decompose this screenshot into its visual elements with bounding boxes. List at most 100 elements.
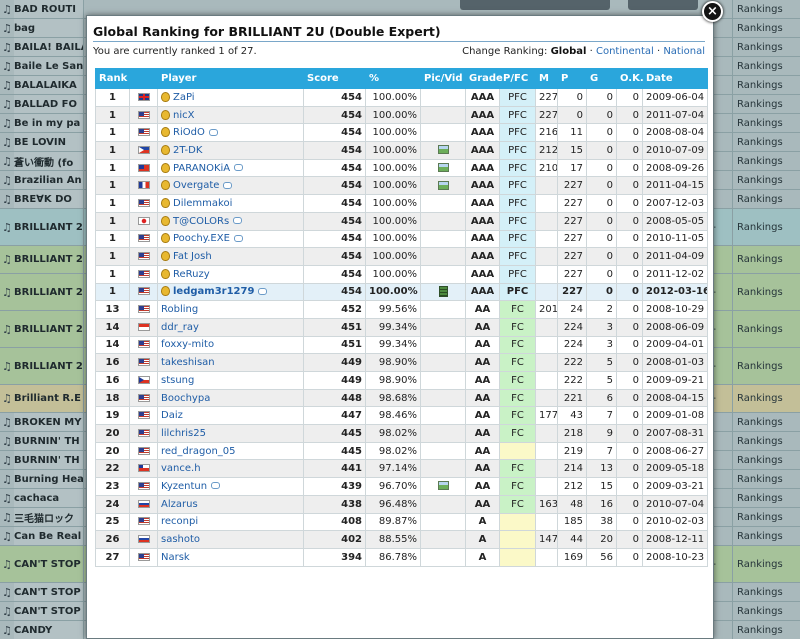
player-name-link[interactable]: foxxy-mito [161,339,214,350]
player-name-link[interactable]: ZaPi [173,92,195,103]
comment-bubble-icon[interactable] [234,164,244,172]
rankings-link[interactable]: Rankings [732,489,783,507]
rankings-link[interactable]: Rankings [732,38,783,56]
song-title[interactable]: BRILLIANT 2 [14,246,84,273]
rankings-link[interactable]: Rankings [732,385,783,412]
song-title[interactable]: CAN'T STOP [14,546,84,582]
rankings-link[interactable]: Rankings [732,621,783,639]
player-name-link[interactable]: T@COLORs [173,216,229,227]
comment-bubble-icon[interactable] [223,181,233,189]
comment-bubble-icon[interactable] [233,217,243,225]
rankings-link[interactable]: Rankings [732,508,783,526]
song-title[interactable]: Be in my pa [14,114,84,132]
rankings-link[interactable]: Rankings [732,602,783,620]
player-name-link[interactable]: takeshisan [161,357,215,368]
rankings-link[interactable]: Rankings [732,583,783,601]
song-title[interactable]: BRILLIANT 2 [14,274,84,310]
song-title[interactable]: Brazilian An [14,171,84,189]
player-name-link[interactable]: sashoto [161,534,200,545]
rankings-link[interactable]: Rankings [732,527,783,545]
player-name-link[interactable]: vance.h [161,463,201,474]
player-name-link[interactable]: Narsk [161,552,190,563]
player-name-link[interactable]: ddr_ray [161,322,199,333]
player-name-link[interactable]: 2T-DK [173,145,202,156]
rankings-link[interactable]: Rankings [732,246,783,273]
player-name-link[interactable]: Dilemmakoi [173,198,232,209]
rankings-link[interactable]: Rankings [732,470,783,488]
ranking-option-national[interactable]: National [663,46,705,57]
song-title[interactable]: BROKEN MY [14,413,84,431]
picture-icon[interactable] [437,163,449,173]
song-title[interactable]: CAN'T STOP [14,602,84,620]
rankings-link[interactable]: Rankings [732,152,783,170]
rankings-link[interactable]: Rankings [732,19,783,37]
player-name-link[interactable]: Fat Josh [173,251,212,262]
rankings-link[interactable]: Rankings [732,546,783,582]
song-title[interactable]: CAN'T STOP [14,583,84,601]
player-name-link[interactable]: Alzarus [161,499,198,510]
rankings-link[interactable]: Rankings [732,95,783,113]
song-title[interactable]: CANDY [14,621,84,639]
player-name-link[interactable]: Overgate [173,180,219,191]
song-title[interactable]: BRILLIANT 2 [14,311,84,347]
song-title[interactable]: BE LOVIN [14,133,84,151]
song-title[interactable]: BALLAD FO [14,95,84,113]
song-title[interactable]: BALALAIKA [14,76,84,94]
song-title[interactable]: bag [14,19,84,37]
song-title[interactable]: Can Be Real [14,527,84,545]
player-name-link[interactable]: ReRuzy [173,269,210,280]
rankings-link[interactable]: Rankings [732,274,783,310]
comment-bubble-icon[interactable] [258,287,268,295]
player-name-link[interactable]: reconpi [161,516,198,527]
comment-bubble-icon[interactable] [208,128,218,136]
rankings-link[interactable]: Rankings [732,171,783,189]
rankings-link[interactable]: Rankings [732,413,783,431]
rankings-link[interactable]: Rankings [732,133,783,151]
rankings-link[interactable]: Rankings [732,57,783,75]
song-title[interactable]: Burning Hea [14,470,84,488]
player-name-link[interactable]: Boochypa [161,393,210,404]
rankings-link[interactable]: Rankings [732,209,783,245]
song-title[interactable]: BURNIN' TH [14,451,84,469]
player-name-link[interactable]: Daiz [161,410,183,421]
player-name-link[interactable]: red_dragon_05 [161,446,236,457]
ranking-option-continental[interactable]: Continental [596,46,654,57]
flag-cell [129,371,158,390]
comment-bubble-icon[interactable] [233,234,243,242]
player-name-link[interactable]: Robling [161,304,198,315]
song-title[interactable]: 蒼い衝動 (fo [14,152,84,170]
rankings-link[interactable]: Rankings [732,451,783,469]
player-name-link[interactable]: nicX [173,110,194,121]
song-title[interactable]: BRE∀K DO [14,190,84,208]
rankings-link[interactable]: Rankings [732,76,783,94]
ranking-option-global[interactable]: Global [551,46,587,57]
song-title[interactable]: BAILA! BAILA [14,38,84,56]
rankings-link[interactable]: Rankings [732,311,783,347]
song-title[interactable]: BRILLIANT 2 [14,209,84,245]
player-name-link[interactable]: RiOdO [173,127,205,138]
player-name-link[interactable]: ledgam3r1279 [173,286,254,297]
song-title[interactable]: BAD ROUTI [14,0,84,18]
rankings-link[interactable]: Rankings [732,190,783,208]
close-button[interactable]: × [702,1,723,22]
player-name-link[interactable]: PARANOKiA [173,163,230,174]
player-name-link[interactable]: lilchris25 [161,428,206,439]
song-title[interactable]: Baile Le Sans [14,57,84,75]
video-icon[interactable] [438,286,448,298]
picture-icon[interactable] [437,180,449,190]
comment-bubble-icon[interactable] [211,482,221,490]
song-title[interactable]: BURNIN' TH [14,432,84,450]
rankings-link[interactable]: Rankings [732,0,783,18]
song-title[interactable]: 三毛猫ロック [14,508,84,526]
player-name-link[interactable]: Poochy.EXE [173,233,230,244]
rankings-link[interactable]: Rankings [732,432,783,450]
picture-icon[interactable] [437,145,449,155]
song-title[interactable]: Brilliant R.E [14,385,84,412]
player-name-link[interactable]: stsung [161,375,194,386]
rankings-link[interactable]: Rankings [732,348,783,384]
song-title[interactable]: cachaca [14,489,84,507]
picture-icon[interactable] [437,481,449,491]
song-title[interactable]: BRILLIANT 2 [14,348,84,384]
rankings-link[interactable]: Rankings [732,114,783,132]
player-name-link[interactable]: Kyzentun [161,481,207,492]
